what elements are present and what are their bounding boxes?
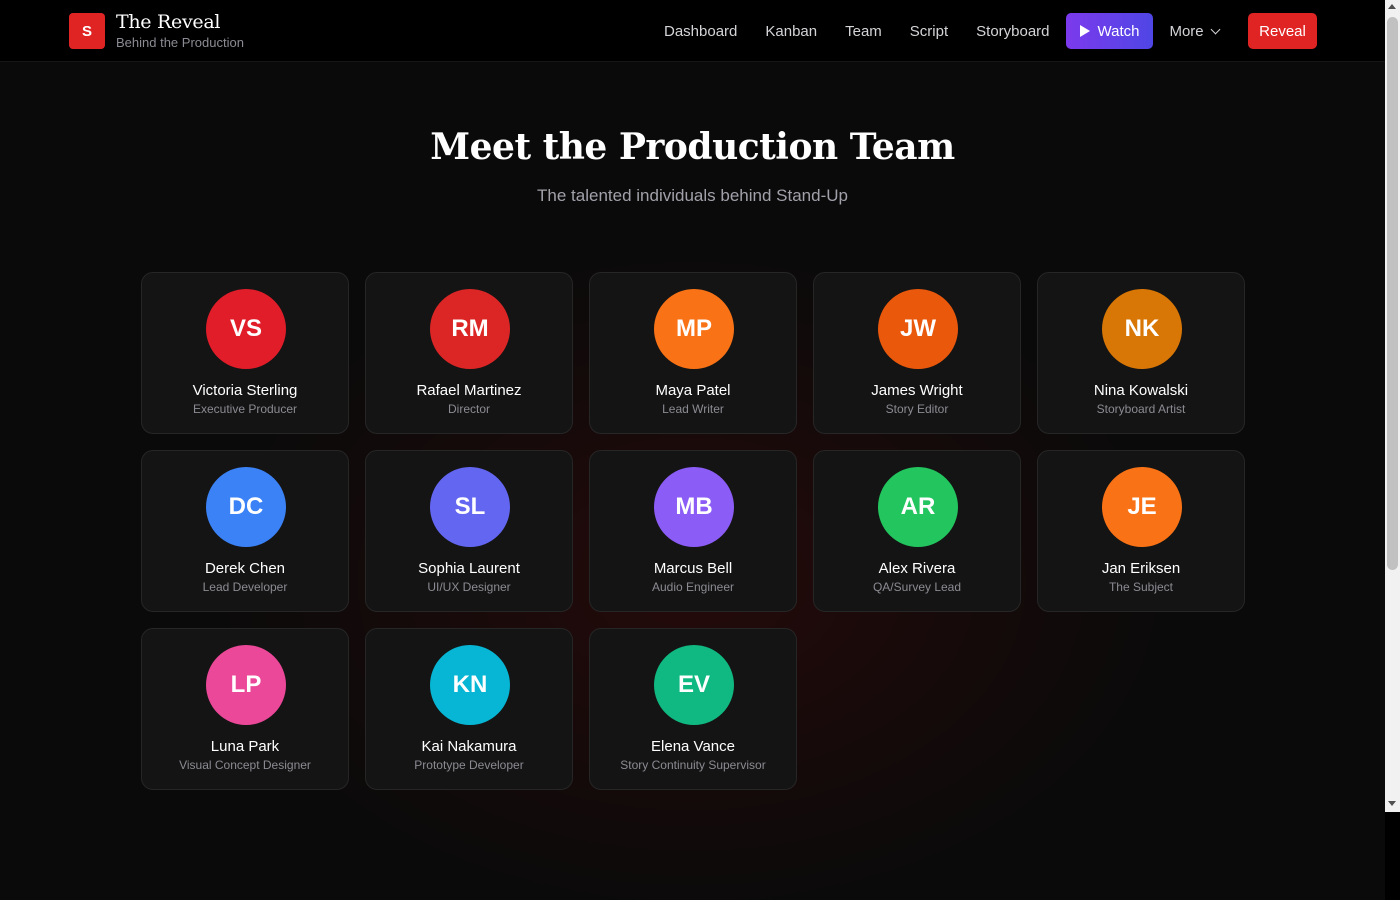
member-name: Maya Patel (655, 382, 731, 399)
team-member-card[interactable]: KN Kai Nakamura Prototype Developer (365, 628, 573, 790)
member-role: Lead Writer (662, 402, 724, 416)
avatar: DC (206, 467, 286, 547)
watch-button[interactable]: Watch (1065, 13, 1154, 49)
nav-link-team[interactable]: Team (831, 13, 896, 49)
member-name: Jan Eriksen (1101, 560, 1181, 577)
team-grid: VS Victoria Sterling Executive Producer … (141, 272, 1245, 790)
more-menu-button[interactable]: More (1155, 13, 1232, 49)
avatar: LP (206, 645, 286, 725)
avatar: VS (206, 289, 286, 369)
nav-link-dashboard[interactable]: Dashboard (650, 13, 751, 49)
team-member-card[interactable]: LP Luna Park Visual Concept Designer (141, 628, 349, 790)
member-role: Visual Concept Designer (179, 758, 311, 772)
top-navbar: S The Reveal Behind the Production Dashb… (0, 0, 1385, 62)
team-member-card[interactable]: MB Marcus Bell Audio Engineer (589, 450, 797, 612)
member-role: Director (447, 402, 490, 416)
vertical-scrollbar[interactable] (1385, 0, 1400, 812)
member-name: Sophia Laurent (418, 560, 520, 577)
member-name: Elena Vance (651, 738, 735, 755)
member-role: Story Editor (885, 402, 949, 416)
team-member-card[interactable]: DC Derek Chen Lead Developer (141, 450, 349, 612)
team-member-card[interactable]: JE Jan Eriksen The Subject (1037, 450, 1245, 612)
page-subtitle: The talented individuals behind Stand-Up (537, 186, 848, 205)
brand-title[interactable]: The Reveal (116, 11, 220, 33)
team-member-card[interactable]: JW James Wright Story Editor (813, 272, 1021, 434)
scrollbar-corner (1385, 812, 1400, 900)
watch-button-label: Watch (1097, 22, 1140, 40)
member-role: The Subject (1108, 580, 1174, 594)
brand-logo[interactable]: S (69, 13, 105, 49)
member-name: Kai Nakamura (421, 738, 517, 755)
team-member-card[interactable]: AR Alex Rivera QA/Survey Lead (813, 450, 1021, 612)
member-name: Alex Rivera (878, 560, 956, 577)
reveal-button[interactable]: Reveal (1248, 13, 1317, 49)
member-role: Lead Developer (202, 580, 288, 594)
team-member-card[interactable]: RM Rafael Martinez Director (365, 272, 573, 434)
nav-link-storyboard[interactable]: Storyboard (962, 13, 1063, 49)
avatar: EV (654, 645, 734, 725)
avatar: RM (430, 289, 510, 369)
member-name: James Wright (871, 382, 963, 399)
member-role: Audio Engineer (651, 580, 735, 594)
scroll-down-arrow-icon[interactable] (1388, 801, 1396, 806)
avatar: MP (654, 289, 734, 369)
member-name: Nina Kowalski (1093, 382, 1189, 399)
play-icon (1079, 25, 1090, 37)
team-member-card[interactable]: VS Victoria Sterling Executive Producer (141, 272, 349, 434)
member-name: Derek Chen (204, 560, 286, 577)
member-name: Marcus Bell (653, 560, 733, 577)
member-role: Story Continuity Supervisor (620, 758, 766, 772)
nav-link-kanban[interactable]: Kanban (751, 13, 831, 49)
nav-links: Dashboard Kanban Team Script Storyboard … (650, 13, 1233, 49)
avatar: SL (430, 467, 510, 547)
member-role: QA/Survey Lead (872, 580, 962, 594)
avatar: JE (1102, 467, 1182, 547)
team-member-card[interactable]: NK Nina Kowalski Storyboard Artist (1037, 272, 1245, 434)
member-role: Executive Producer (192, 402, 298, 416)
scrollbar-thumb[interactable] (1387, 17, 1398, 570)
team-member-card[interactable]: MP Maya Patel Lead Writer (589, 272, 797, 434)
avatar: JW (878, 289, 958, 369)
avatar: AR (878, 467, 958, 547)
avatar: KN (430, 645, 510, 725)
member-role: Storyboard Artist (1096, 402, 1186, 416)
avatar: MB (654, 467, 734, 547)
member-name: Luna Park (210, 738, 280, 755)
nav-link-script[interactable]: Script (896, 13, 962, 49)
member-name: Rafael Martinez (416, 382, 522, 399)
more-button-label: More (1169, 22, 1204, 40)
member-name: Victoria Sterling (192, 382, 298, 399)
team-member-card[interactable]: SL Sophia Laurent UI/UX Designer (365, 450, 573, 612)
member-role: Prototype Developer (414, 758, 524, 772)
member-role: UI/UX Designer (427, 580, 511, 594)
chevron-down-icon (1210, 24, 1221, 34)
brand-subtitle: Behind the Production (116, 35, 244, 50)
avatar: NK (1102, 289, 1182, 369)
page-title: Meet the Production Team (430, 126, 955, 168)
scroll-up-arrow-icon[interactable] (1388, 4, 1396, 9)
team-member-card[interactable]: EV Elena Vance Story Continuity Supervis… (589, 628, 797, 790)
